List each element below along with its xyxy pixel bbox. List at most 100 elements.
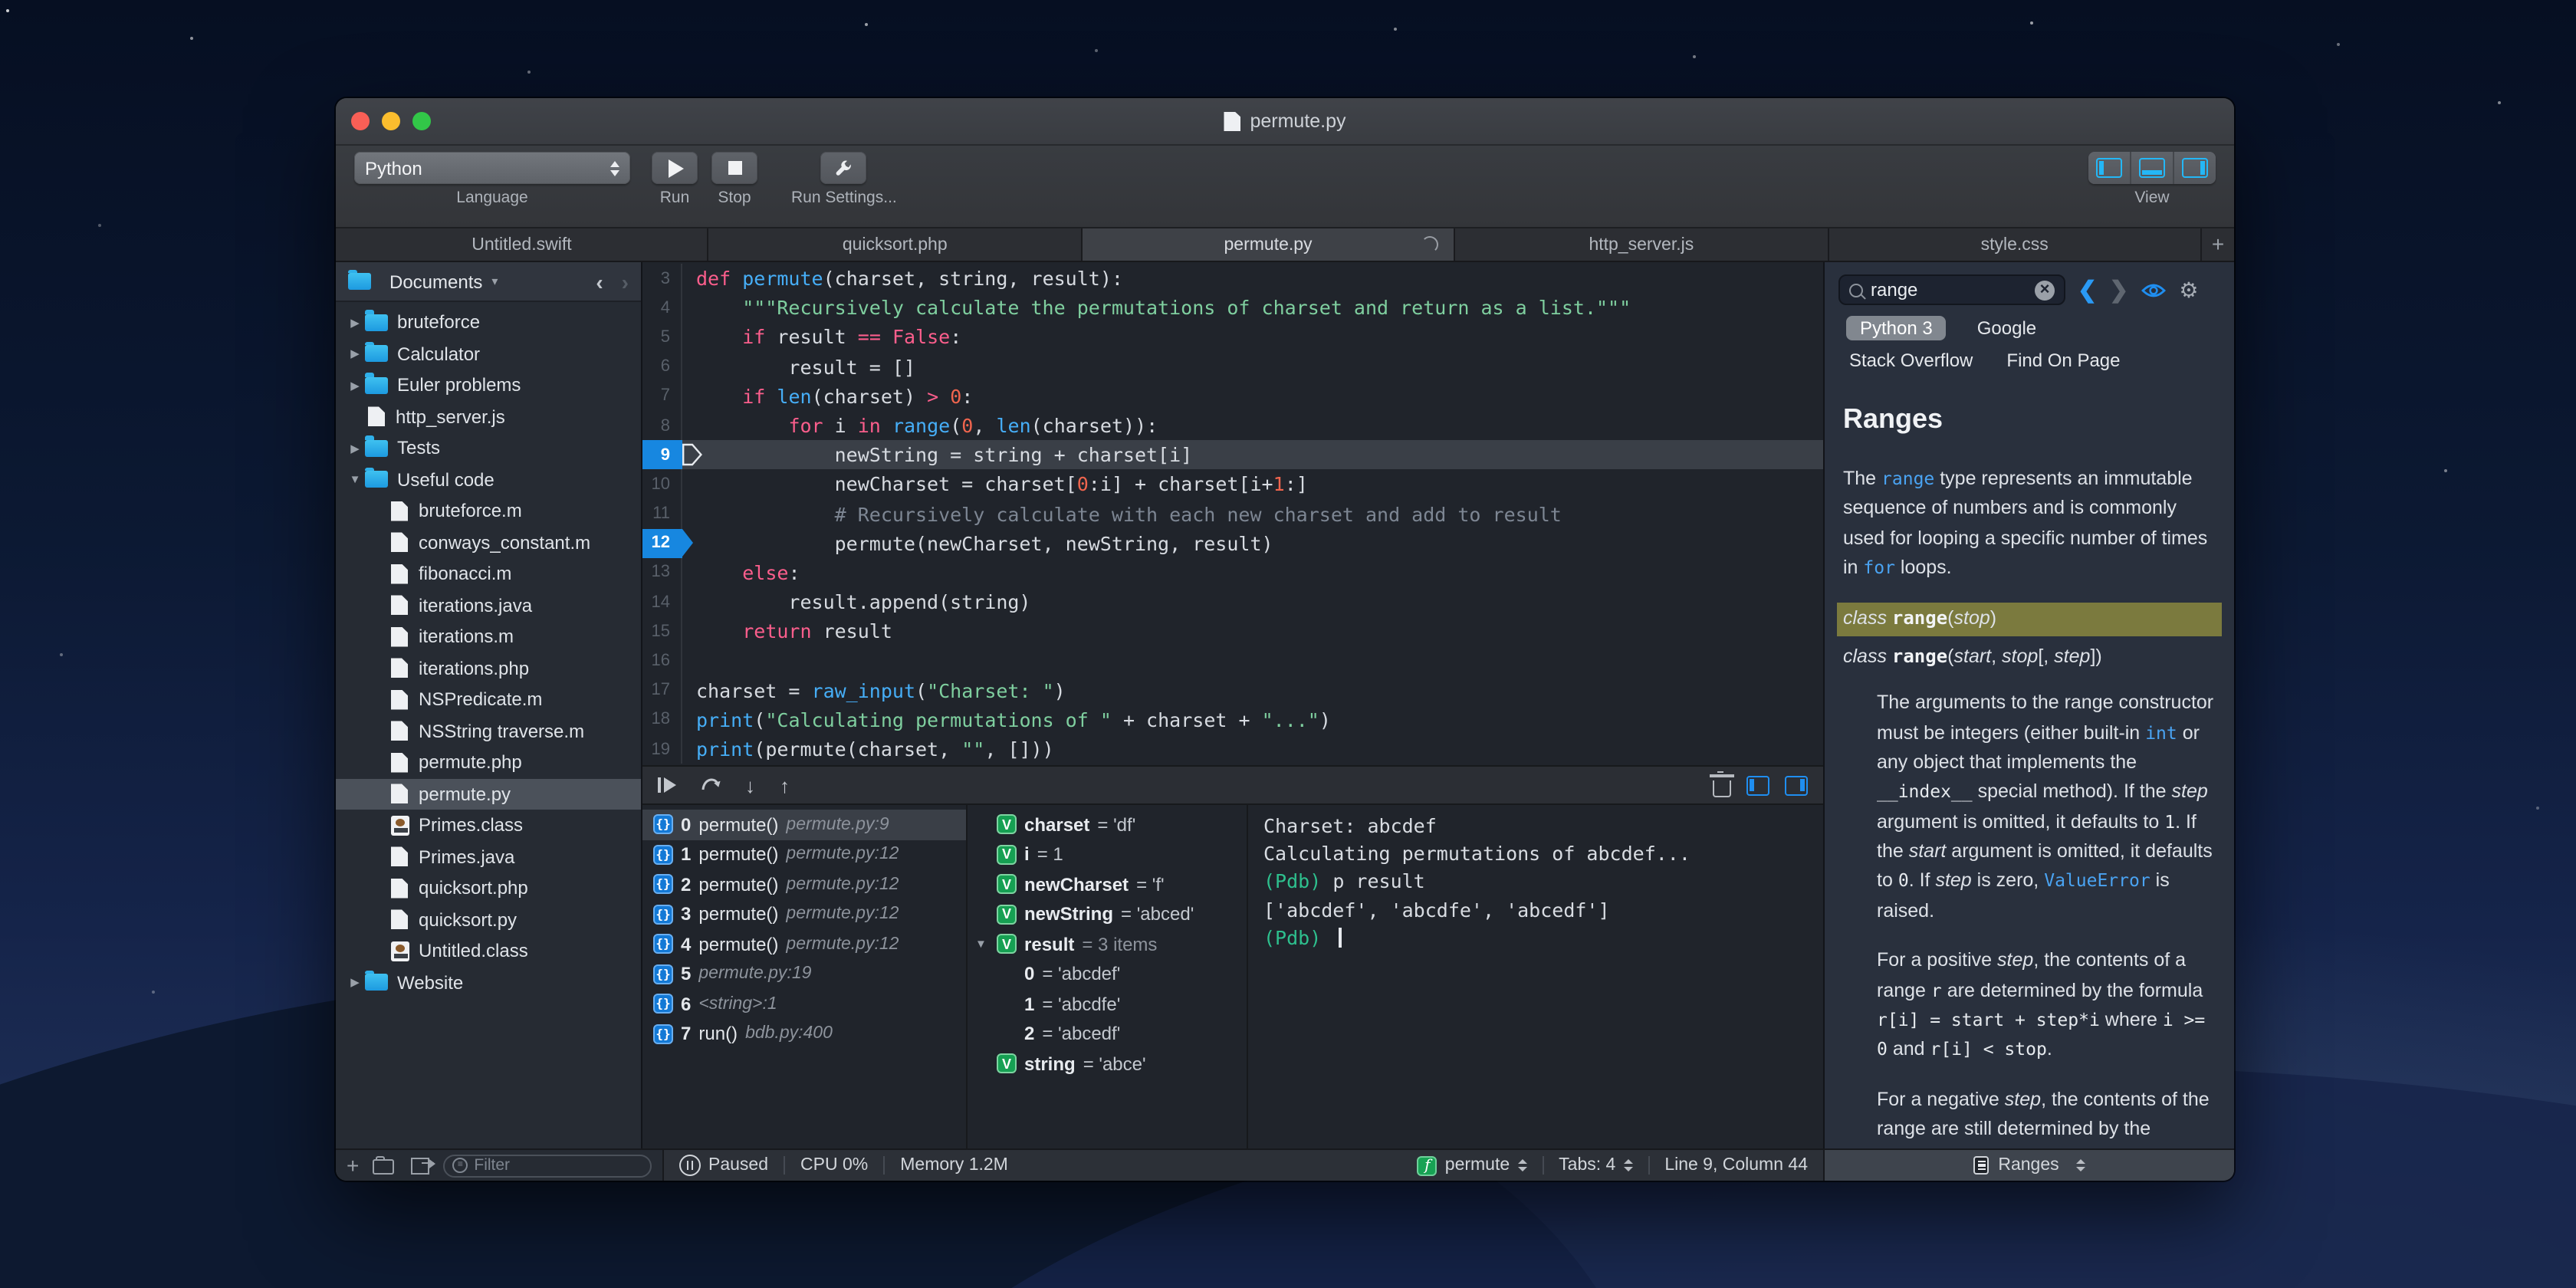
minimize-window-button[interactable] [382,112,400,130]
gear-icon[interactable]: ⚙ [2179,279,2198,301]
code-line-14[interactable]: 14 result.append(string) [642,587,1823,617]
code-line-18[interactable]: 18 print("Calculating permutations of " +… [642,705,1823,734]
disclosure-collapsed-icon[interactable]: ▶ [345,347,365,361]
back-button[interactable]: ‹ [596,269,603,294]
code-line-3[interactable]: 3 def permute(charset, string, result): [642,264,1823,294]
code-line-12[interactable]: 12 permute(newCharset, newString, result… [642,528,1823,558]
code-line-4[interactable]: 4 """Recursively calculate the permutati… [642,293,1823,323]
variable-row-newcharset[interactable]: VnewCharset = 'f' [968,869,1247,899]
new-folder-button[interactable] [373,1155,395,1175]
function-picker[interactable]: f permute [1417,1155,1527,1175]
code-line-19[interactable]: 19 print(permute(charset, "", [])) [642,734,1823,764]
code-line-6[interactable]: 6 result = [] [642,352,1823,382]
engine-tab-find-on-page[interactable]: Find On Page [2003,348,2123,373]
sidebar-item-quicksort-py[interactable]: quicksort.py [336,904,641,935]
sidebar-item-useful-code[interactable]: ▼ Useful code [336,464,641,495]
language-select[interactable]: Python [354,152,630,184]
toggle-console-panel-button[interactable] [1785,775,1808,795]
disclosure-collapsed-icon[interactable]: ▶ [345,379,365,393]
stack-frame-1[interactable]: {} 1 permute() permute.py:12 [642,840,966,869]
code-line-17[interactable]: 17 charset = raw_input("Charset: ") [642,675,1823,705]
toggle-stack-panel-button[interactable] [1746,775,1769,795]
sidebar-item-tests[interactable]: ▶ Tests [336,432,641,464]
step-over-button[interactable] [701,771,721,799]
sidebar-item-iterations-java[interactable]: iterations.java [336,590,641,621]
trash-icon[interactable] [1710,771,1734,797]
close-window-button[interactable] [351,112,370,130]
sidebar-item-conways-constant-m[interactable]: conways_constant.m [336,527,641,558]
code-line-16[interactable]: 16 [642,646,1823,676]
sidebar-item-iterations-m[interactable]: iterations.m [336,621,641,652]
breakpoint-marker[interactable]: 12 [642,528,682,558]
sidebar-item-bruteforce[interactable]: ▶ bruteforce [336,307,641,338]
stack-frame-6[interactable]: {} 6 <string>:1 [642,989,966,1019]
code-line-8[interactable]: 8 for i in range(0, len(charset)): [642,410,1823,441]
sidebar-item-primes-java[interactable]: Primes.java [336,841,641,872]
tab-untitled-swift[interactable]: Untitled.swift [336,228,709,261]
sidebar-item-permute-php[interactable]: permute.php [336,747,641,778]
run-button[interactable] [652,152,698,184]
stop-button[interactable] [711,152,757,184]
toggle-right-sidebar-button[interactable] [2174,152,2216,184]
code-line-11[interactable]: 11 # Recursively calculate with each new… [642,499,1823,529]
stack-frame-0[interactable]: {} 0 permute() permute.py:9 [642,810,966,840]
new-tab-button[interactable] [2202,228,2234,261]
step-out-button[interactable]: ↑ [780,775,790,795]
stack-frame-2[interactable]: {} 2 permute() permute.py:12 [642,869,966,899]
title-bar[interactable]: permute.py [336,98,2234,146]
code-line-13[interactable]: 13 else: [642,557,1823,588]
disclosure-collapsed-icon[interactable]: ▶ [345,442,365,455]
forward-button[interactable]: › [622,269,629,294]
engine-tab-stack-overflow[interactable]: Stack Overflow [1846,348,1976,373]
sidebar-item-quicksort-php[interactable]: quicksort.php [336,872,641,904]
variable-row-string[interactable]: Vstring = 'abce' [968,1049,1247,1079]
debug-console[interactable]: Charset: abcdef Calculating permutations … [1248,805,1823,1148]
search-input[interactable]: range × [1838,274,2065,305]
doc-back-button[interactable]: ❮ [2078,278,2097,301]
sidebar-header[interactable]: Documents ▾ ‹ › [336,262,641,302]
reveal-in-finder-button[interactable] [411,1157,436,1174]
stack-frame-7[interactable]: {} 7 run() bdb.py:400 [642,1019,966,1049]
run-settings-button[interactable] [820,152,867,184]
code-line-15[interactable]: 15 return result [642,616,1823,646]
toggle-bottom-panel-button[interactable] [2131,152,2174,184]
stack-frame-5[interactable]: {} 5 permute.py:19 [642,959,966,989]
disclosure-collapsed-icon[interactable]: ▶ [345,316,365,330]
tab-quicksort-php[interactable]: quicksort.php [708,228,1083,261]
sidebar-item-bruteforce-m[interactable]: bruteforce.m [336,495,641,527]
sidebar-item-fibonacci-m[interactable]: fibonacci.m [336,558,641,590]
variable-row-charset[interactable]: Vcharset = 'df' [968,810,1247,840]
sidebar-item-untitled-class[interactable]: Untitled.class [336,935,641,967]
variable-row-1[interactable]: 1 = 'abcdfe' [968,989,1247,1019]
code-line-10[interactable]: 10 newCharset = charset[0:i] + charset[i… [642,469,1823,499]
code-editor[interactable]: 3 def permute(charset, string, result): 4 … [642,262,1823,765]
sidebar-item-euler-problems[interactable]: ▶ Euler problems [336,370,641,401]
variable-row-result[interactable]: ▼ Vresult = 3 items [968,929,1247,959]
code-line-5[interactable]: 5 if result == False: [642,322,1823,353]
toggle-left-sidebar-button[interactable] [2088,152,2131,184]
variable-row-2[interactable]: 2 = 'abcedf' [968,1019,1247,1049]
variable-row-0[interactable]: 0 = 'abcdef' [968,959,1247,989]
tabs-setting[interactable]: Tabs: 4 [1559,1156,1633,1175]
variable-row-i[interactable]: Vi = 1 [968,840,1247,869]
step-into-button[interactable]: ↓ [745,775,755,795]
code-line-9[interactable]: 9 newString = string + charset[i] [642,440,1823,470]
stack-frame-3[interactable]: {} 3 permute() permute.py:12 [642,899,966,929]
engine-tab-google[interactable]: Google [1974,316,2039,340]
tab-permute-py[interactable]: permute.py [1082,228,1456,261]
stack-frame-4[interactable]: {} 4 permute() permute.py:12 [642,929,966,959]
disclosure-expanded-icon[interactable]: ▼ [345,473,365,487]
engine-tab-python-3[interactable]: Python 3 [1846,316,1947,340]
disclosure-expanded-icon[interactable]: ▼ [975,938,989,951]
disclosure-collapsed-icon[interactable]: ▶ [345,976,365,990]
tab-http-server-js[interactable]: http_server.js [1455,228,1829,261]
code-line-7[interactable]: 7 if len(charset) > 0: [642,381,1823,411]
doc-section-picker[interactable]: Ranges [1823,1150,2234,1181]
zoom-window-button[interactable] [412,112,431,130]
filter-field[interactable]: ≡ Filter [443,1154,652,1177]
sidebar-item-permute-py[interactable]: permute.py [336,778,641,810]
sidebar-item-website[interactable]: ▶ Website [336,967,641,998]
sidebar-item-nsstring-traverse-m[interactable]: NSString traverse.m [336,715,641,747]
variable-row-newstring[interactable]: VnewString = 'abced' [968,899,1247,929]
tab-style-css[interactable]: style.css [1829,228,2203,261]
